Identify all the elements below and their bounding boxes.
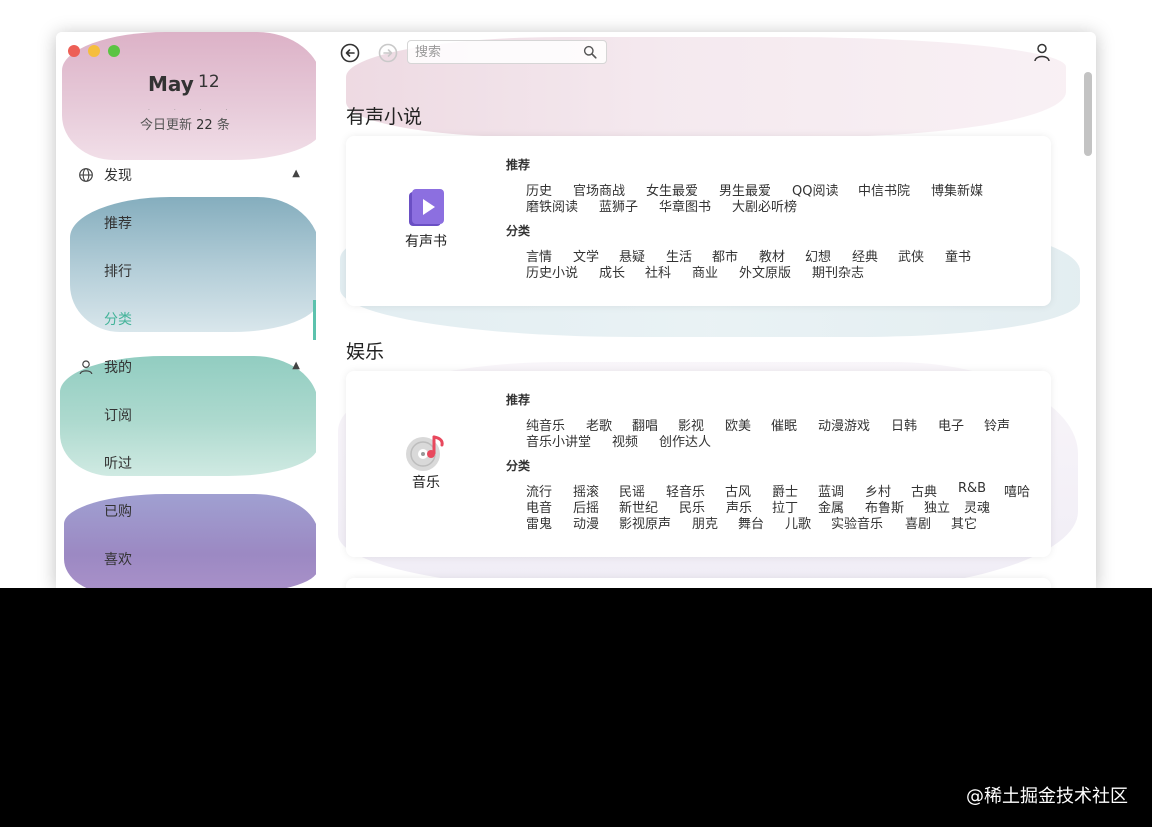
search-input[interactable] (415, 43, 575, 61)
minimize-window-button[interactable] (88, 45, 100, 57)
sidebar-item-liked[interactable]: 喜欢 (104, 549, 132, 569)
sidebar-item-category[interactable]: 分类 (104, 309, 132, 329)
tag-link[interactable]: 铃声 (984, 415, 1010, 434)
tag-link[interactable]: 喜剧 (905, 513, 931, 532)
music-disc-icon[interactable] (404, 431, 448, 475)
card-name: 音乐 (412, 475, 440, 491)
sidebar-item-recommend[interactable]: 推荐 (104, 213, 132, 233)
category-card-partial (346, 578, 1051, 588)
tag-link[interactable]: 影视原声 (619, 513, 671, 532)
tag-link[interactable]: 实验音乐 (831, 513, 883, 532)
tag-link[interactable]: 博集新媒 (931, 180, 983, 199)
tag-link[interactable]: 欧美 (725, 415, 751, 434)
tag-link[interactable]: 成长 (599, 262, 625, 281)
sidebar-group-label: 发现 (104, 168, 132, 184)
search-icon[interactable] (583, 45, 597, 59)
tag-link[interactable]: 儿歌 (785, 513, 811, 532)
app-window: May 12 · · · · 今日更新 22 条 发现 ▲ 推荐 排行 分类 我… (56, 32, 1096, 588)
audiobook-play-icon[interactable] (404, 186, 448, 230)
chevron-up-icon[interactable]: ▲ (292, 360, 300, 371)
zoom-window-button[interactable] (108, 45, 120, 57)
user-icon (79, 360, 93, 375)
tag-link[interactable]: 催眠 (771, 415, 797, 434)
tag-link[interactable]: R&B (958, 481, 986, 496)
sidebar-group-mine[interactable]: 我的 ▲ (78, 357, 300, 377)
tag-link[interactable]: 其它 (951, 513, 977, 532)
sidebar-group-discover[interactable]: 发现 ▲ (78, 165, 300, 185)
tag-link[interactable]: 日韩 (891, 415, 917, 434)
tag-link[interactable]: 朋克 (692, 513, 718, 532)
tag-link[interactable]: QQ阅读 (792, 180, 838, 199)
tag-link[interactable]: 雷鬼 (526, 513, 552, 532)
tag-link[interactable]: 商业 (692, 262, 718, 281)
back-arrow-icon[interactable] (339, 42, 361, 64)
tag-link[interactable]: 舞台 (738, 513, 764, 532)
close-window-button[interactable] (68, 45, 80, 57)
watercolor-wash (62, 32, 316, 160)
update-count: 22 (196, 118, 213, 133)
tag-link[interactable]: 电子 (938, 415, 964, 434)
tag-link[interactable]: 创作达人 (659, 431, 711, 450)
tag-link[interactable]: 华章图书 (659, 196, 711, 215)
update-prefix: 今日更新 (140, 118, 193, 133)
tag-link[interactable]: 武侠 (898, 246, 924, 265)
tag-link[interactable]: 磨铁阅读 (526, 196, 578, 215)
tag-link[interactable]: 外文原版 (739, 262, 791, 281)
tag-link[interactable]: 期刊杂志 (812, 262, 864, 281)
recommend-label: 推荐 (506, 393, 531, 407)
tag-link[interactable]: 大剧必听榜 (732, 196, 797, 215)
tag-link[interactable]: 音乐小讲堂 (526, 431, 591, 450)
sidebar-group-label: 我的 (104, 360, 132, 376)
tag-link[interactable]: 中信书院 (858, 180, 910, 199)
date-month: May (148, 72, 194, 96)
sidebar-item-purchased[interactable]: 已购 (104, 501, 132, 521)
tag-link[interactable]: 动漫游戏 (818, 415, 870, 434)
sidebar-item-history[interactable]: 听过 (104, 453, 132, 473)
update-suffix: 条 (216, 118, 230, 133)
card-name: 有声书 (405, 234, 447, 250)
sidebar: May 12 · · · · 今日更新 22 条 发现 ▲ 推荐 排行 分类 我… (56, 32, 316, 588)
tag-link[interactable]: 历史小说 (526, 262, 578, 281)
scrollbar-thumb[interactable] (1084, 72, 1092, 156)
section-title: 娱乐 (346, 341, 385, 363)
category-label: 分类 (506, 224, 531, 238)
tag-link[interactable]: 社科 (645, 262, 671, 281)
search-box[interactable] (407, 40, 607, 64)
category-label: 分类 (506, 459, 531, 473)
date-day: 12 (198, 72, 220, 92)
main-content: 有声小说 有声书 推荐 历史官场商战女生最爱男生最爱QQ阅读中信书院博集新媒 磨… (316, 32, 1096, 588)
sidebar-item-subscribed[interactable]: 订阅 (104, 405, 132, 425)
tag-link[interactable]: 嘻哈 (1004, 481, 1030, 500)
update-count-text: 今日更新 22 条 (140, 114, 230, 133)
category-card-audiobook: 有声书 推荐 历史 官场商战 女生最爱 男生最爱 QQ阅读 中信书院 博集新媒 磨铁阅读 蓝狮… (346, 136, 1051, 306)
tag-link[interactable]: 视频 (612, 431, 638, 450)
forward-arrow-icon[interactable] (377, 42, 399, 64)
watermark-text: @稀土掘金技术社区 (966, 786, 1128, 807)
decorative-dots: · · · · (148, 107, 239, 114)
category-card-music: 音乐 推荐 纯音乐 老歌 翻唱 影视 欧美 催眠 动漫游戏 日韩 电子 铃声 音乐小讲堂 视频 创作达… (346, 371, 1051, 557)
section-title: 有声小说 (346, 106, 423, 128)
tag-link[interactable]: 童书 (945, 246, 971, 265)
sidebar-item-ranking[interactable]: 排行 (104, 261, 132, 281)
tag-link[interactable]: 动漫 (573, 513, 599, 532)
tag-link[interactable]: 蓝狮子 (599, 196, 638, 215)
recommend-label: 推荐 (506, 158, 531, 172)
globe-icon (79, 168, 93, 182)
account-icon[interactable] (1032, 42, 1052, 62)
chevron-up-icon[interactable]: ▲ (292, 168, 300, 179)
watercolor-wash (64, 494, 316, 588)
